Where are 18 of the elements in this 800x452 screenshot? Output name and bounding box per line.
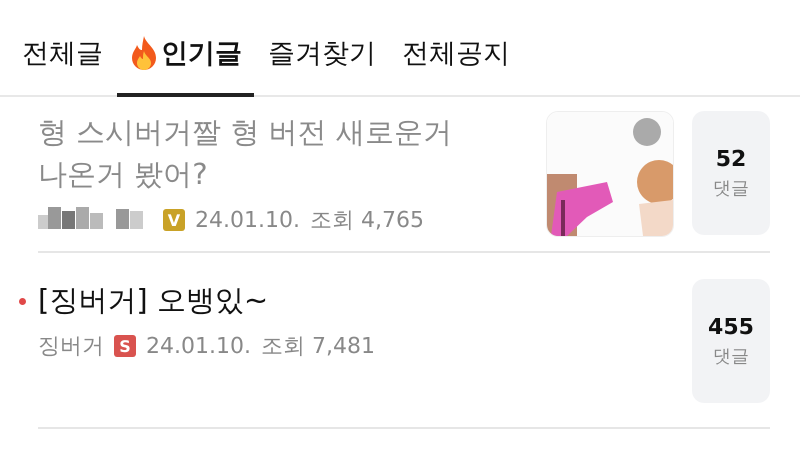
post-date: 24.01.10. [195,208,300,232]
comment-label: 댓글 [713,344,749,368]
level-badge: V [163,209,185,231]
tab[interactable]: 인기글 [117,35,254,97]
post-date: 24.01.10. [146,334,251,358]
author-name: 징버거 [38,333,104,361]
view-count: 조회 4,765 [310,207,424,235]
level-badge: S [114,335,136,357]
tab[interactable]: 전체글 [10,35,115,97]
comment-count: 455 [708,314,754,340]
comment-count-box[interactable]: 52 댓글 [692,111,770,235]
view-count: 조회 7,481 [260,333,375,361]
comment-count: 52 [716,146,746,172]
post-title[interactable]: [징버거] 오뱅있~ [38,279,463,321]
comment-label: 댓글 [713,176,749,200]
tab[interactable]: 전체공지 [390,35,522,97]
tab[interactable]: 즐겨찾기 [256,35,388,97]
comment-count-box[interactable]: 455 댓글 [692,279,770,403]
